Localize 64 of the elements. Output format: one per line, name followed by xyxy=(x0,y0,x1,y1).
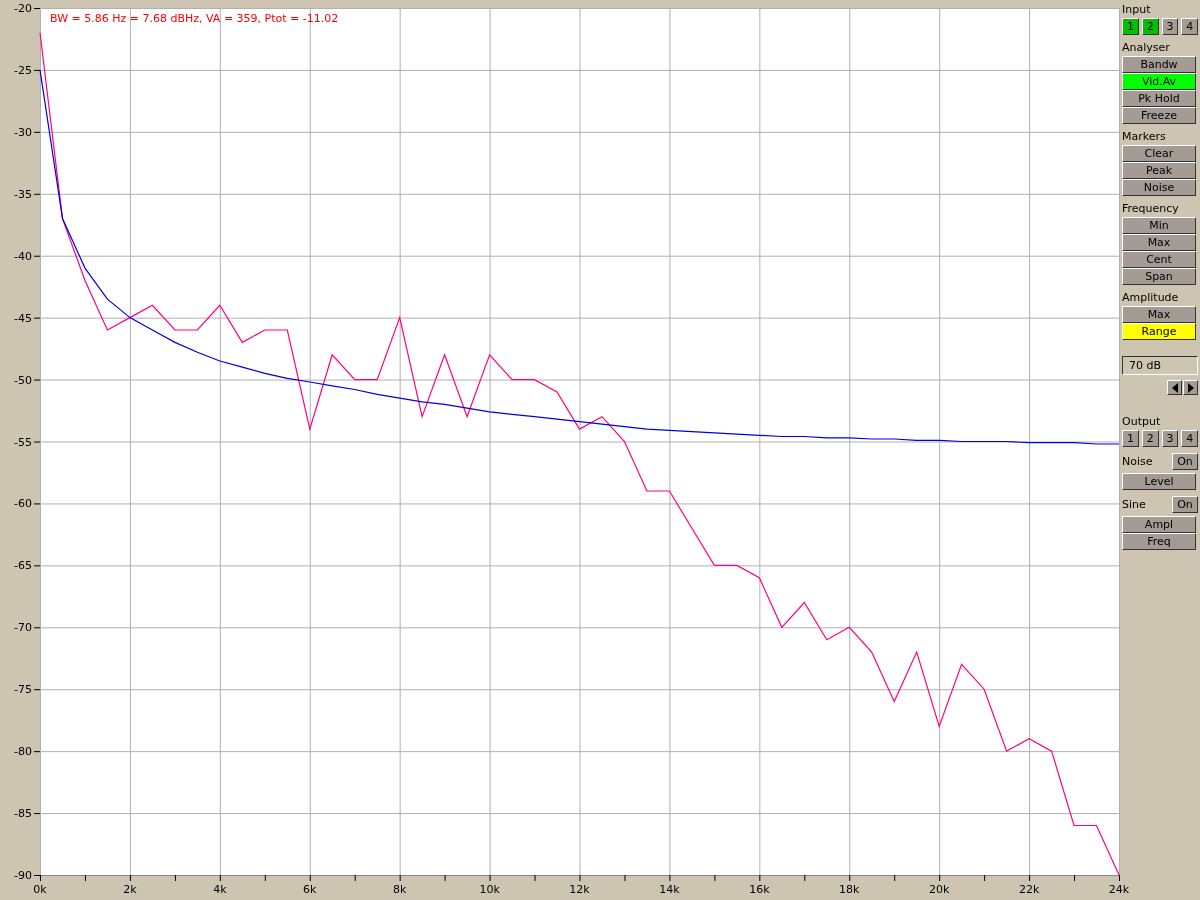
y-tick-label: -20 xyxy=(14,2,32,15)
x-tick-label: 4k xyxy=(213,883,227,896)
x-tick-label: 8k xyxy=(393,883,407,896)
y-tick-label: -75 xyxy=(14,683,32,697)
panel-button[interactable]: Max xyxy=(1122,234,1196,251)
x-tick-label: 12k xyxy=(569,883,590,896)
channel-button[interactable]: 1 xyxy=(1122,18,1139,35)
x-tick-label: 0k xyxy=(33,883,47,896)
x-tick-label: 20k xyxy=(929,883,950,896)
section-heading: Output xyxy=(1122,415,1162,428)
x-tick-label: 22k xyxy=(1018,883,1040,896)
panel-button[interactable]: Min xyxy=(1122,217,1196,234)
panel-button[interactable]: Noise xyxy=(1122,179,1196,196)
section-heading: Markers xyxy=(1122,130,1167,143)
panel-button[interactable]: Bandw xyxy=(1122,56,1196,73)
y-tick-label: -30 xyxy=(14,125,32,139)
section-heading: Input xyxy=(1122,3,1152,16)
x-tick-label: 16k xyxy=(749,883,770,896)
value-field[interactable]: 70 dB xyxy=(1122,356,1198,375)
panel-button[interactable]: Max xyxy=(1122,306,1196,323)
x-tick-label: 2k xyxy=(123,883,137,896)
channel-button[interactable]: 2 xyxy=(1141,430,1159,447)
y-tick-label: -85 xyxy=(14,807,32,821)
toggle-button[interactable]: On xyxy=(1172,496,1198,513)
toggle-button[interactable]: On xyxy=(1172,453,1198,470)
y-tick-label: -70 xyxy=(14,621,32,635)
y-tick-label: -45 xyxy=(14,311,32,325)
panel-button[interactable]: Clear xyxy=(1122,145,1196,162)
y-tick-label: -40 xyxy=(14,249,32,263)
y-tick-label: -80 xyxy=(14,745,32,759)
panel-button[interactable]: Ampl xyxy=(1122,516,1196,533)
x-tick-label: 24k xyxy=(1108,883,1130,896)
y-tick-label: -90 xyxy=(14,869,32,882)
channel-button[interactable]: 4 xyxy=(1181,430,1198,447)
panel-button[interactable]: Level xyxy=(1122,473,1196,490)
panel-button[interactable]: Range xyxy=(1122,323,1196,340)
section-heading: Amplitude xyxy=(1122,291,1180,304)
x-tick-label: 18k xyxy=(839,883,860,896)
section-heading: Frequency xyxy=(1122,202,1180,215)
y-tick-label: -35 xyxy=(14,187,32,201)
y-tick-label: -25 xyxy=(14,63,32,77)
channel-button[interactable]: 3 xyxy=(1161,18,1179,35)
panel-button[interactable]: Span xyxy=(1122,268,1196,285)
y-tick-label: -65 xyxy=(14,559,32,573)
channel-button[interactable]: 2 xyxy=(1141,18,1159,35)
channel-button[interactable]: 3 xyxy=(1161,430,1179,447)
y-tick-label: -50 xyxy=(14,373,32,387)
y-tick-label: -55 xyxy=(14,435,32,449)
channel-button[interactable]: 1 xyxy=(1122,430,1139,447)
y-tick-label: -60 xyxy=(14,497,32,511)
panel-button[interactable]: Pk Hold xyxy=(1122,90,1196,107)
section-heading: Analyser xyxy=(1122,41,1171,54)
readout-text: BW = 5.86 Hz = 7.68 dBHz, VA = 359, Ptot = -11.02 xyxy=(50,12,339,25)
channel-button[interactable]: 4 xyxy=(1181,18,1198,35)
panel-button[interactable]: Peak xyxy=(1122,162,1196,179)
x-tick-label: 10k xyxy=(479,883,500,896)
panel-button[interactable]: Vid.Av xyxy=(1122,73,1196,90)
section-heading: Sine xyxy=(1122,498,1146,511)
panel-button[interactable]: Freeze xyxy=(1122,107,1196,124)
section-heading: Noise xyxy=(1122,455,1153,468)
x-tick-label: 14k xyxy=(659,883,680,896)
x-tick-label: 6k xyxy=(303,883,317,896)
panel-button[interactable]: Freq xyxy=(1122,533,1196,550)
panel-button[interactable]: Cent xyxy=(1122,251,1196,268)
